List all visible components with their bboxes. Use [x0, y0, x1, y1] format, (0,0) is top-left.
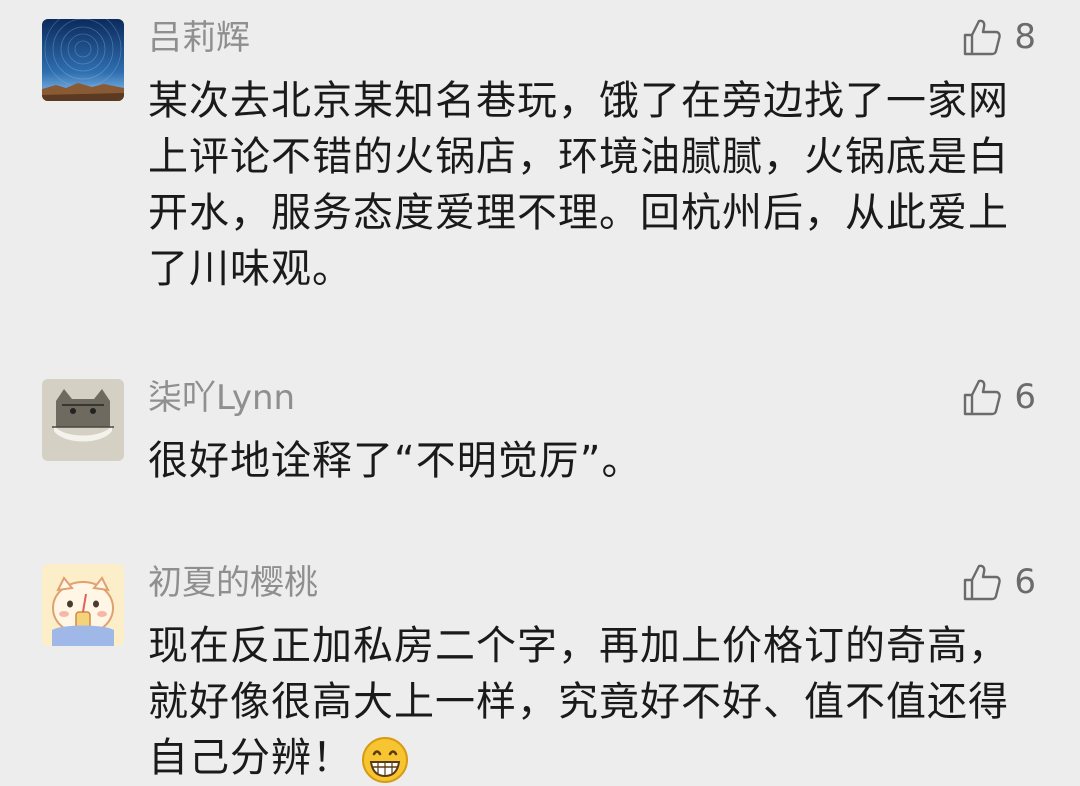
- avatar[interactable]: [42, 379, 124, 461]
- username[interactable]: 吕莉辉: [148, 16, 250, 60]
- comment-text: 现在反正加私房二个字，再加上价格订的奇高，就好像很高大上一样，究竟好不好、值不值…: [148, 618, 1033, 786]
- thumbs-up-icon: [964, 564, 1002, 601]
- like-count: 6: [1014, 377, 1036, 417]
- avatar[interactable]: [42, 19, 124, 101]
- starry-night-sky-avatar-icon: [42, 19, 124, 101]
- username[interactable]: 初夏的樱桃: [148, 561, 318, 605]
- like-count: 8: [1014, 17, 1036, 57]
- thumbs-up-icon: [964, 19, 1002, 56]
- cartoon-cat-drinking-avatar-icon: [42, 564, 124, 646]
- avatar[interactable]: [42, 564, 124, 646]
- cat-drawing-avatar-icon: [42, 379, 124, 461]
- grin-emoji-icon: [362, 737, 408, 783]
- like-button[interactable]: 8: [962, 17, 1036, 57]
- like-button[interactable]: 6: [962, 377, 1036, 417]
- username[interactable]: 柒吖Lynn: [148, 376, 295, 420]
- thumbs-up-icon: [964, 379, 1002, 416]
- comment-text-body: 现在反正加私房二个字，再加上价格订的奇高，就好像很高大上一样，究竟好不好、值不值…: [148, 623, 1009, 781]
- comment-text: 很好地诠释了“不明觉厉”。: [148, 438, 643, 484]
- like-button[interactable]: 6: [962, 562, 1036, 602]
- like-count: 6: [1014, 562, 1036, 602]
- comment-text: 某次去北京某知名巷玩，饿了在旁边找了一家网上评论不错的火锅店，环境油腻腻，火锅底…: [148, 78, 1009, 292]
